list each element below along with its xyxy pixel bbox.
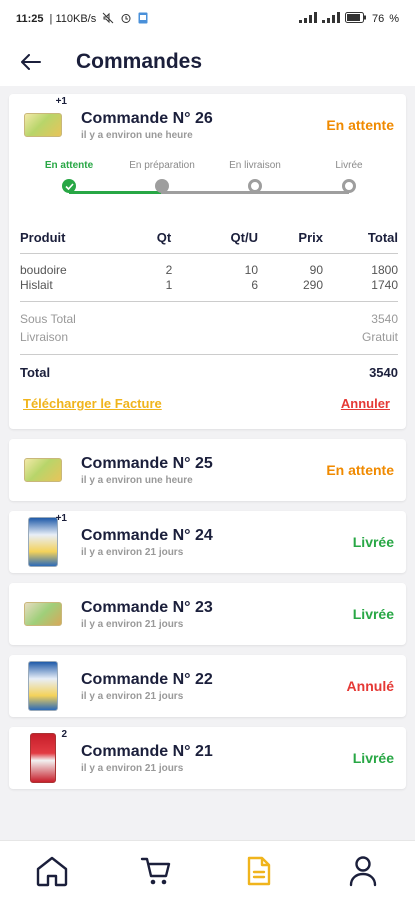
- signal-icon-2: [321, 12, 340, 26]
- order-summary: Sous Total 3540 Livraison Gratuit: [20, 302, 398, 355]
- order-total: Total 3540: [20, 355, 398, 390]
- order-title: Commande N° 23: [81, 598, 213, 616]
- order-status: En attente: [326, 117, 394, 133]
- alarm-icon: [120, 12, 132, 27]
- orders-icon: [248, 856, 271, 885]
- delivery-value: Gratuit: [361, 330, 398, 344]
- total-value: 3540: [369, 365, 398, 380]
- status-bar: 11:25 | 110KB/s 76%: [0, 0, 415, 38]
- order-header[interactable]: +1 Commande N° 26 il y a environ une heu…: [9, 94, 406, 156]
- back-button[interactable]: [16, 47, 46, 77]
- order-status: Livrée: [352, 750, 394, 766]
- order-time: il y a environ 21 jours: [81, 690, 184, 702]
- order-time: il y a environ 21 jours: [81, 762, 184, 774]
- product-thumbnail: +1: [23, 96, 67, 152]
- product-thumbnail: [23, 659, 63, 713]
- order-title: Commande N° 26: [81, 109, 213, 127]
- order-time: il y a environ 21 jours: [81, 618, 184, 630]
- subtotal-label: Sous Total: [20, 312, 76, 326]
- nav-cart[interactable]: [136, 851, 176, 891]
- order-time: il y a environ une heure: [81, 474, 193, 486]
- col-qt: Qt: [145, 220, 183, 254]
- arrow-left-icon: [21, 54, 41, 70]
- product-thumbnail: [23, 443, 63, 497]
- step-en-preparation: En préparation: [117, 160, 207, 193]
- status-time: 11:25: [16, 13, 44, 25]
- page-title: Commandes: [76, 50, 203, 73]
- battery-icon: [344, 12, 367, 26]
- table-header-row: Produit Qt Qt/U Prix Total: [20, 220, 398, 254]
- cell-qt: 1: [145, 278, 183, 302]
- order-status: En attente: [326, 462, 394, 478]
- order-time: il y a environ une heure: [81, 129, 193, 141]
- cell-total: 1800: [371, 263, 398, 277]
- order-card[interactable]: Commande N° 25 il y a environ une heure …: [9, 439, 406, 501]
- product-thumbnail: [23, 587, 63, 641]
- cell-qt: 2: [165, 263, 173, 277]
- table-row: boudoire 2 10 90 1800: [20, 254, 398, 279]
- nav-profile[interactable]: [343, 851, 383, 891]
- item-count-badge: +1: [55, 513, 67, 524]
- notification-icon: [138, 12, 148, 27]
- mute-icon: [102, 12, 114, 27]
- order-card[interactable]: Commande N° 23 il y a environ 21 jours L…: [9, 583, 406, 645]
- nav-home[interactable]: [32, 851, 72, 891]
- order-time: il y a environ 21 jours: [81, 546, 184, 558]
- product-thumbnail: 2: [23, 729, 67, 785]
- subtotal-value: 3540: [371, 312, 398, 326]
- order-progress-stepper: En attente En préparation En livraison L…: [9, 160, 406, 220]
- cell-qtu: 6: [183, 278, 258, 302]
- item-count-badge: +1: [55, 96, 67, 107]
- col-qtu: Qt/U: [183, 220, 258, 254]
- order-items-table: Produit Qt Qt/U Prix Total boudoire 2 10…: [20, 220, 398, 302]
- cancel-order-link[interactable]: Annuler: [341, 396, 390, 411]
- order-status: Livrée: [352, 534, 394, 550]
- cart-icon: [140, 857, 170, 884]
- network-speed: | 110KB/s: [49, 13, 97, 25]
- order-status: Livrée: [352, 606, 394, 622]
- battery-level: 76: [371, 13, 385, 25]
- order-title: Commande N° 22: [81, 670, 213, 688]
- col-total: Total: [323, 220, 398, 254]
- profile-icon: [349, 855, 377, 886]
- step-livree: Livrée: [319, 160, 379, 193]
- app-bar: Commandes: [0, 38, 415, 86]
- check-icon: [62, 179, 76, 193]
- delivery-label: Livraison: [20, 330, 69, 344]
- step-en-attente: En attente: [31, 160, 107, 193]
- signal-icon: [298, 12, 317, 26]
- total-label: Total: [20, 365, 51, 380]
- cell-product: Hislait: [20, 278, 145, 302]
- table-row: Hislait 1 6 290 1740: [20, 278, 398, 302]
- order-card[interactable]: Commande N° 22 il y a environ 21 jours A…: [9, 655, 406, 717]
- orders-list[interactable]: +1 Commande N° 26 il y a environ une heu…: [0, 86, 415, 840]
- order-card[interactable]: 2 Commande N° 21 il y a environ 21 jours…: [9, 727, 406, 789]
- cell-prix: 290: [258, 278, 323, 302]
- cell-prix: 90: [309, 263, 323, 277]
- order-card[interactable]: +1 Commande N° 24 il y a environ 21 jour…: [9, 511, 406, 573]
- cell-total: 1740: [323, 278, 398, 302]
- step-en-livraison: En livraison: [215, 160, 295, 193]
- order-actions: Télécharger le Facture Annuler: [9, 390, 406, 429]
- order-status: Annulé: [346, 678, 394, 694]
- bottom-navigation: [0, 840, 415, 900]
- order-title: Commande N° 24: [81, 526, 213, 544]
- cell-qtu: 10: [244, 263, 258, 277]
- home-icon: [36, 856, 68, 886]
- product-thumbnail: +1: [23, 513, 67, 569]
- download-invoice-link[interactable]: Télécharger le Facture: [23, 396, 162, 411]
- col-prix: Prix: [258, 220, 323, 254]
- order-title: Commande N° 21: [81, 742, 213, 760]
- order-title: Commande N° 25: [81, 454, 213, 472]
- cell-product: boudoire: [20, 263, 67, 277]
- col-produit: Produit: [20, 220, 145, 254]
- nav-orders[interactable]: [239, 851, 279, 891]
- order-card-expanded[interactable]: +1 Commande N° 26 il y a environ une heu…: [9, 94, 406, 429]
- item-count-badge: 2: [61, 729, 67, 740]
